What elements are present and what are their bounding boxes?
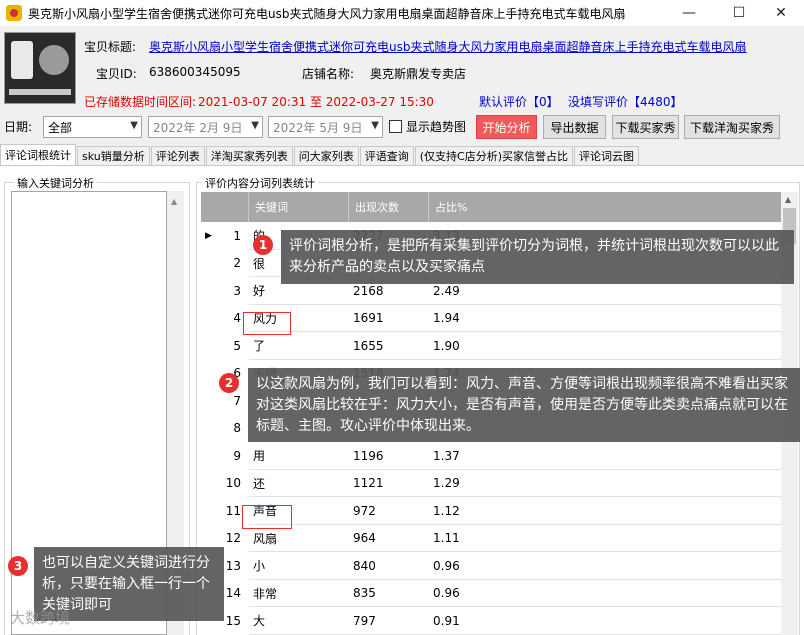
row-percent: 1.94 <box>433 311 460 326</box>
row-index: 8 <box>201 414 249 442</box>
tab-review-list[interactable]: 评论列表 <box>150 146 205 165</box>
chevron-down-icon: ▼ <box>371 120 379 131</box>
row-percent: 1.37 <box>433 448 460 463</box>
row-percent: 0.96 <box>433 558 460 573</box>
tab-buyer-credit[interactable]: (仅支持C店分析)买家信誉占比 <box>414 146 573 165</box>
row-index: 5 <box>201 332 249 360</box>
date-range-select[interactable]: 全部 ▼ <box>43 116 142 138</box>
row-keyword: 大 <box>253 614 266 629</box>
row-count: 1196 <box>353 448 384 463</box>
title-bar: 奥克斯小风扇小型学生宿舍便携式迷你可充电usb夹式随身大风力家用电扇桌面超静音床… <box>0 0 804 26</box>
table-row[interactable]: 10 还 1121 1.29 <box>201 469 781 497</box>
header-count[interactable]: 出现次数 <box>349 192 429 222</box>
window-title: 奥克斯小风扇小型学生宿舍便携式迷你可充电usb夹式随身大风力家用电扇桌面超静音床… <box>28 6 626 21</box>
annotation-badge-2: 2 <box>219 373 239 393</box>
row-percent: 1.11 <box>433 531 460 546</box>
row-count: 1121 <box>353 476 384 491</box>
row-percent: 0.96 <box>433 586 460 601</box>
row-count: 972 <box>353 503 376 518</box>
row-count: 835 <box>353 586 376 601</box>
tab-yangtao-list[interactable]: 洋淘买家秀列表 <box>205 146 293 165</box>
export-data-button[interactable]: 导出数据 <box>543 115 606 139</box>
product-thumbnail <box>4 32 76 104</box>
table-row[interactable]: 5 了 1655 1.90 <box>201 332 781 360</box>
download-yangtao-show-button[interactable]: 下载洋淘买家秀 <box>684 115 780 139</box>
word-stats-title: 评价内容分词列表统计 <box>202 175 318 191</box>
no-review-count: 没填写评价【4480】 <box>568 95 683 109</box>
row-percent: 1.29 <box>433 476 460 491</box>
row-pointer-icon: ▶ <box>205 231 212 241</box>
row-index: 2 <box>201 249 249 277</box>
app-icon <box>6 5 22 21</box>
grid-header: 关键词 出现次数 占比% <box>201 192 781 222</box>
shop-label: 店铺名称: <box>302 67 355 81</box>
row-percent: 1.90 <box>433 338 460 353</box>
range-label: 已存储数据时间区间: <box>84 95 197 109</box>
row-keyword: 小 <box>253 559 266 574</box>
row-keyword: 了 <box>253 339 266 354</box>
minimize-button[interactable]: — <box>666 0 712 26</box>
tab-review-query[interactable]: 评语查询 <box>359 146 414 165</box>
row-index: 10 <box>201 469 249 497</box>
highlight-fengli <box>243 312 291 335</box>
default-review-count: 默认评价【0】 <box>479 95 559 109</box>
scroll-up-icon[interactable]: ▲ <box>171 197 177 206</box>
table-row[interactable]: 14 非常 835 0.96 <box>201 579 781 607</box>
download-buyer-show-button[interactable]: 下载买家秀 <box>612 115 679 139</box>
header-keyword[interactable]: 关键词 <box>249 192 349 222</box>
annotation-1: 评价词根分析，是把所有采集到评价切分为词根，并统计词根出现次数可以以此来分析产品… <box>281 230 794 284</box>
row-count: 1655 <box>353 338 384 353</box>
annotation-badge-1: 1 <box>253 235 273 255</box>
tab-word-cloud[interactable]: 评论词云图 <box>574 146 639 165</box>
row-count: 840 <box>353 558 376 573</box>
start-date-picker[interactable]: 2022年 2月 9日 ▼ <box>148 116 263 138</box>
tab-ask-list[interactable]: 问大家列表 <box>293 146 359 165</box>
chevron-down-icon: ▼ <box>130 120 138 131</box>
row-percent: 0.91 <box>433 613 460 628</box>
shop-name: 奥克斯鼎发专卖店 <box>370 67 467 81</box>
close-button[interactable]: ✕ <box>758 0 804 26</box>
row-index: 3 <box>201 277 249 305</box>
product-id: 638600345095 <box>149 65 241 79</box>
product-title-link[interactable]: 奥克斯小风扇小型学生宿舍便携式迷你可充电usb夹式随身大风力家用电扇桌面超静音床… <box>149 38 799 55</box>
show-trend-checkbox[interactable] <box>389 120 402 133</box>
row-keyword: 用 <box>253 449 266 464</box>
id-label: 宝贝ID: <box>96 67 137 81</box>
date-label: 日期: <box>4 120 33 134</box>
show-trend-label: 显示趋势图 <box>406 120 467 134</box>
row-index: 9 <box>201 442 249 470</box>
chevron-down-icon: ▼ <box>251 120 259 131</box>
row-keyword: 还 <box>253 476 266 491</box>
annotation-badge-3: 3 <box>8 556 28 576</box>
table-row[interactable]: 15 大 797 0.91 <box>201 607 781 635</box>
annotation-2: 以这款风扇为例，我们可以看到：风力、声音、方便等词根出现频率很高不难看出买家对这… <box>248 368 800 442</box>
row-count: 1691 <box>353 311 384 326</box>
highlight-shengyin <box>242 505 292 529</box>
table-row[interactable]: 13 小 840 0.96 <box>201 552 781 580</box>
range-value: 2021-03-07 20:31 至 2022-03-27 15:30 <box>198 95 434 109</box>
header-index <box>201 192 249 222</box>
tab-bar: 评论词根统计 sku销量分析 评论列表 洋淘买家秀列表 问大家列表 评语查询 (… <box>0 144 640 165</box>
row-percent: 1.12 <box>433 503 460 518</box>
watermark: 大数跨境 <box>10 609 71 627</box>
end-date-picker[interactable]: 2022年 5月 9日 ▼ <box>268 116 383 138</box>
tab-root-stats[interactable]: 评论词根统计 <box>0 144 76 165</box>
table-row[interactable]: 9 用 1196 1.37 <box>201 442 781 470</box>
row-count: 964 <box>353 531 376 546</box>
row-count: 797 <box>353 613 376 628</box>
row-separator <box>249 633 781 635</box>
maximize-button[interactable]: ☐ <box>716 0 762 26</box>
row-keyword: 非常 <box>253 586 278 601</box>
start-analysis-button[interactable]: 开始分析 <box>476 115 537 139</box>
title-label: 宝贝标题: <box>84 40 137 54</box>
tab-sku-sales[interactable]: sku销量分析 <box>77 146 150 165</box>
keyword-group-title: 输入关键词分析 <box>14 175 97 191</box>
header-percent[interactable]: 占比% <box>429 192 781 222</box>
scroll-up-icon[interactable]: ▲ <box>785 195 791 204</box>
row-index: 4 <box>201 304 249 332</box>
